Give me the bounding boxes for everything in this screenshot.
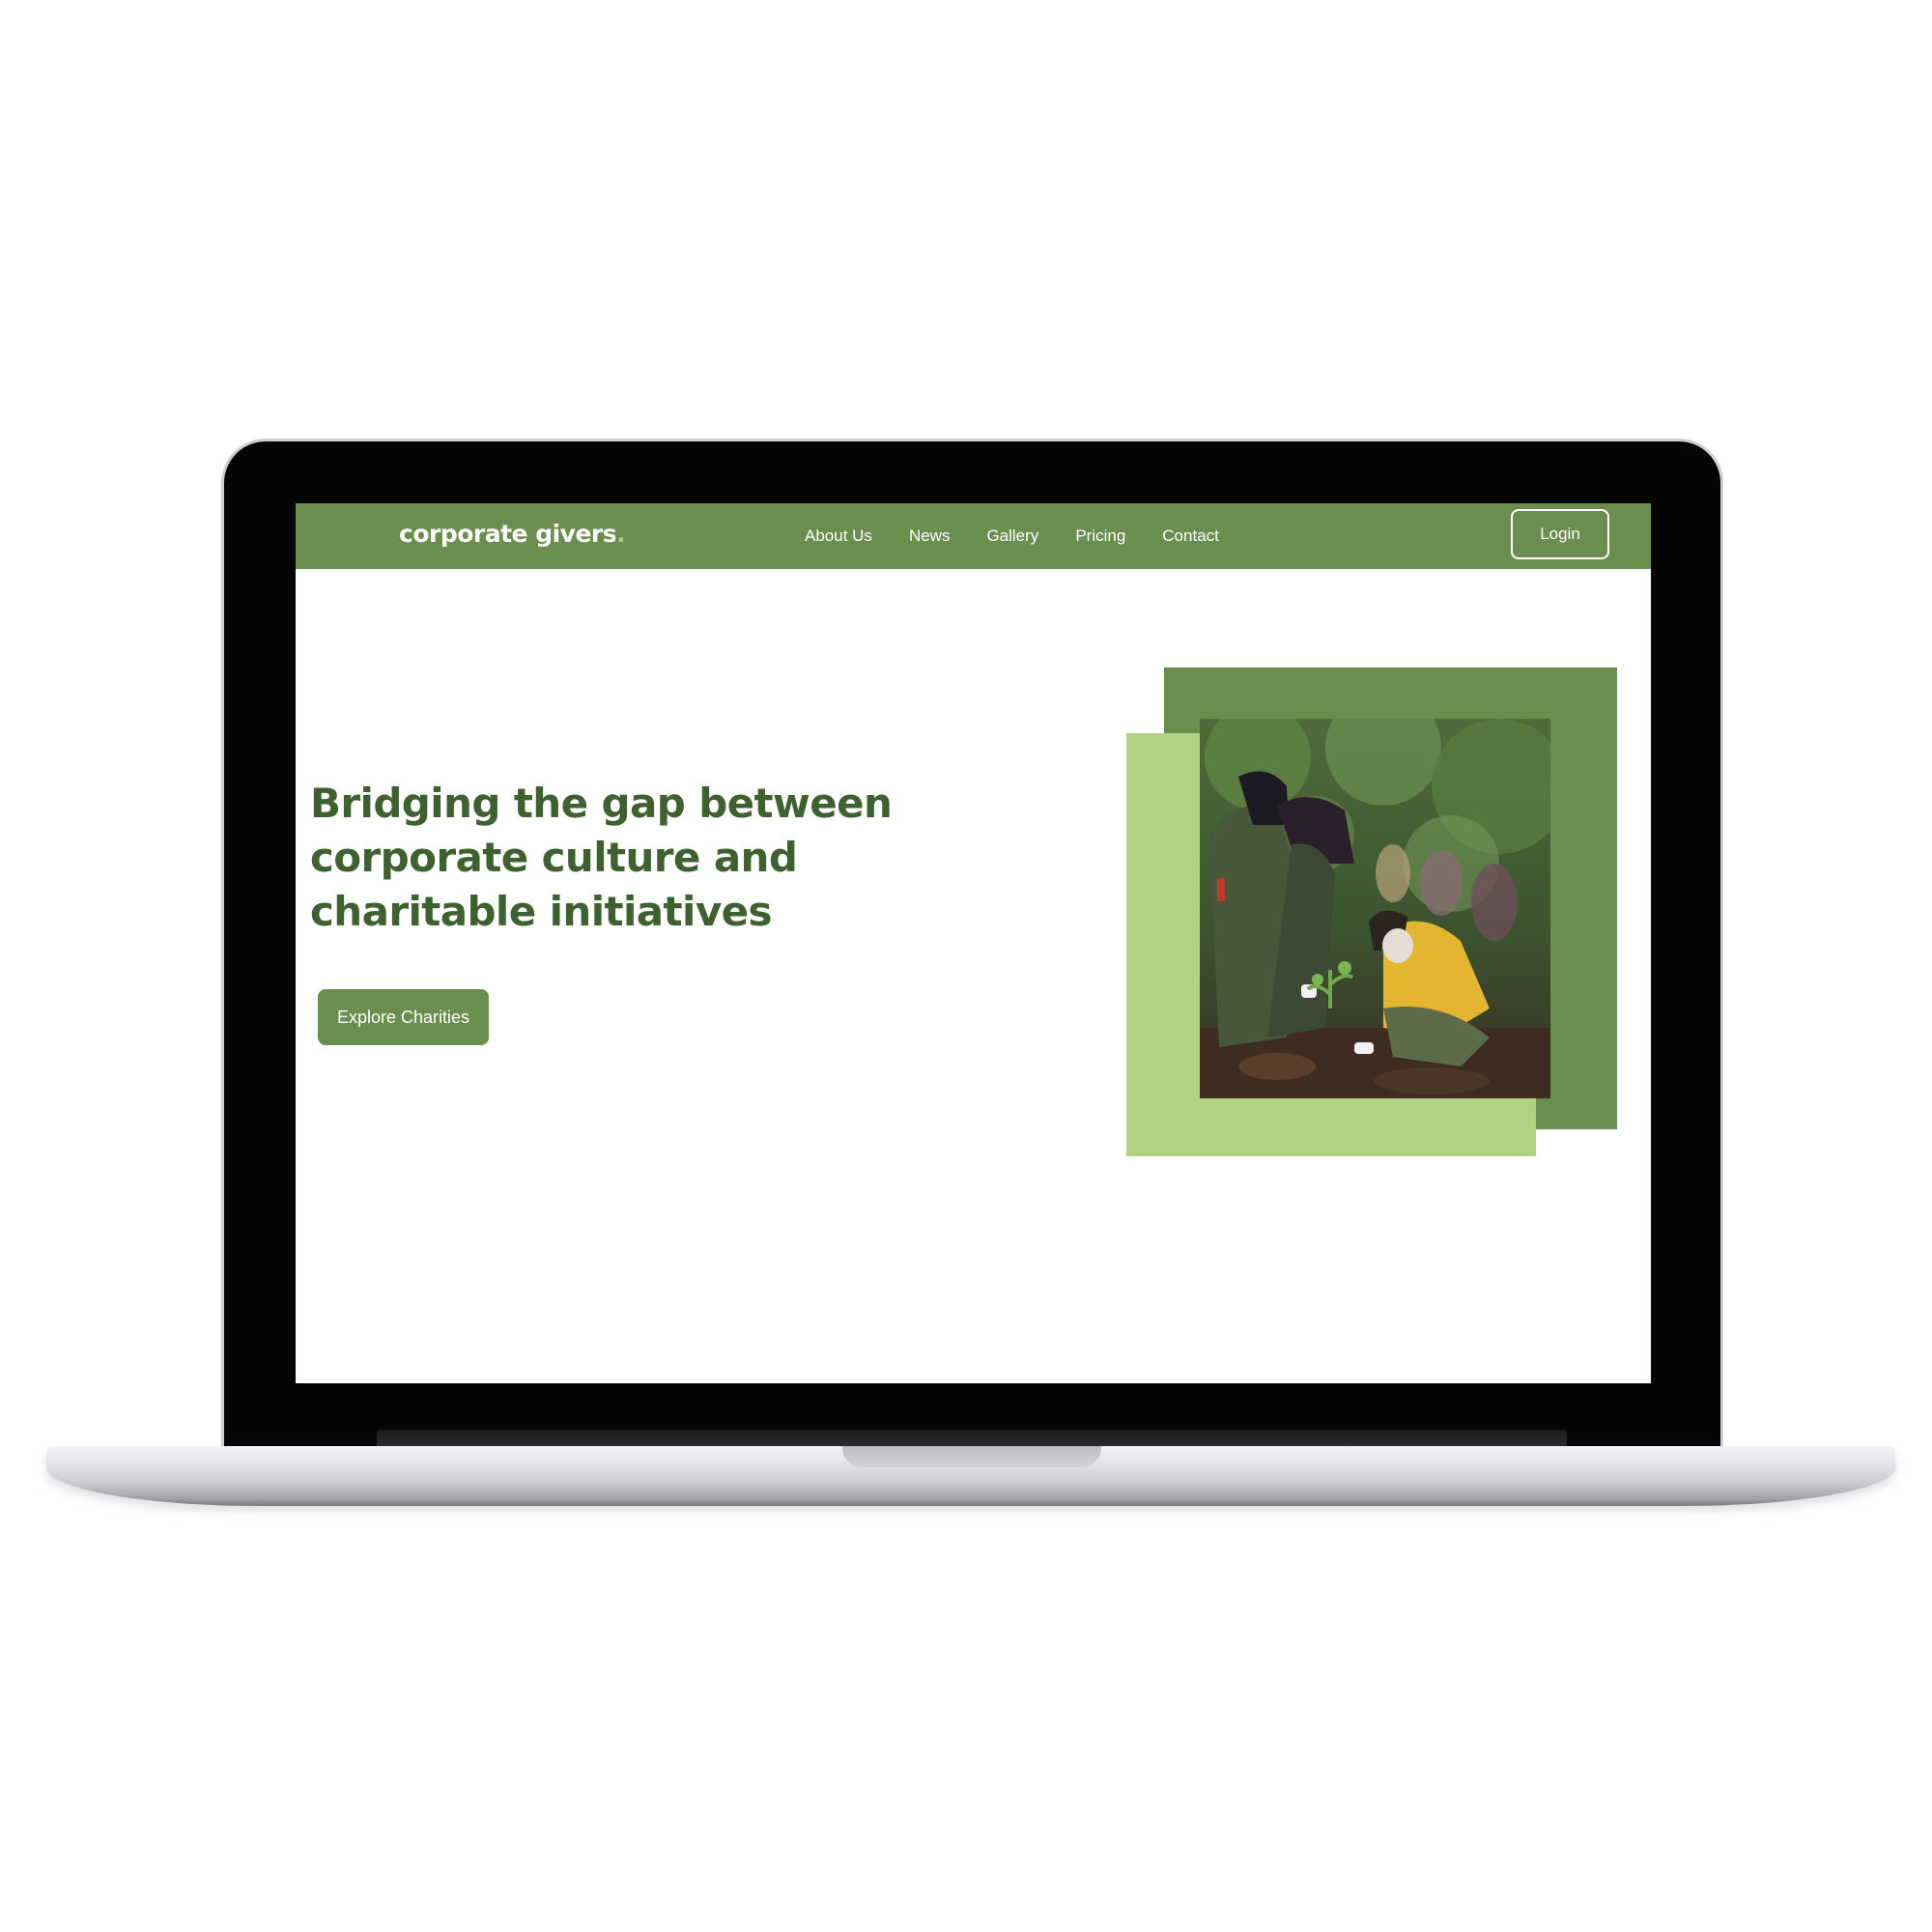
hero-photo-volunteers-planting (1200, 719, 1550, 1098)
hero-heading: Bridging the gap between corporate cultu… (310, 780, 893, 935)
brand-dot: . (616, 520, 626, 548)
laptop-mockup: corporate givers. About Us News Gallery … (0, 0, 1932, 1932)
login-button[interactable]: Login (1511, 509, 1609, 559)
nav-link-about-us[interactable]: About Us (805, 526, 872, 546)
navbar: corporate givers. About Us News Gallery … (296, 503, 1651, 569)
laptop-screen: corporate givers. About Us News Gallery … (296, 503, 1651, 1383)
nav-links: About Us News Gallery Pricing Contact (805, 503, 1219, 569)
nav-link-contact[interactable]: Contact (1162, 526, 1219, 546)
laptop-notch (842, 1446, 1101, 1467)
brand-name: corporate givers (399, 520, 617, 548)
nav-link-news[interactable]: News (909, 526, 951, 546)
explore-charities-button[interactable]: Explore Charities (318, 989, 489, 1045)
brand-logo[interactable]: corporate givers. (399, 517, 626, 552)
nav-link-pricing[interactable]: Pricing (1075, 526, 1125, 546)
laptop-hinge (377, 1430, 1567, 1447)
nav-link-gallery[interactable]: Gallery (986, 526, 1038, 546)
photo-illustration (1200, 719, 1550, 1098)
